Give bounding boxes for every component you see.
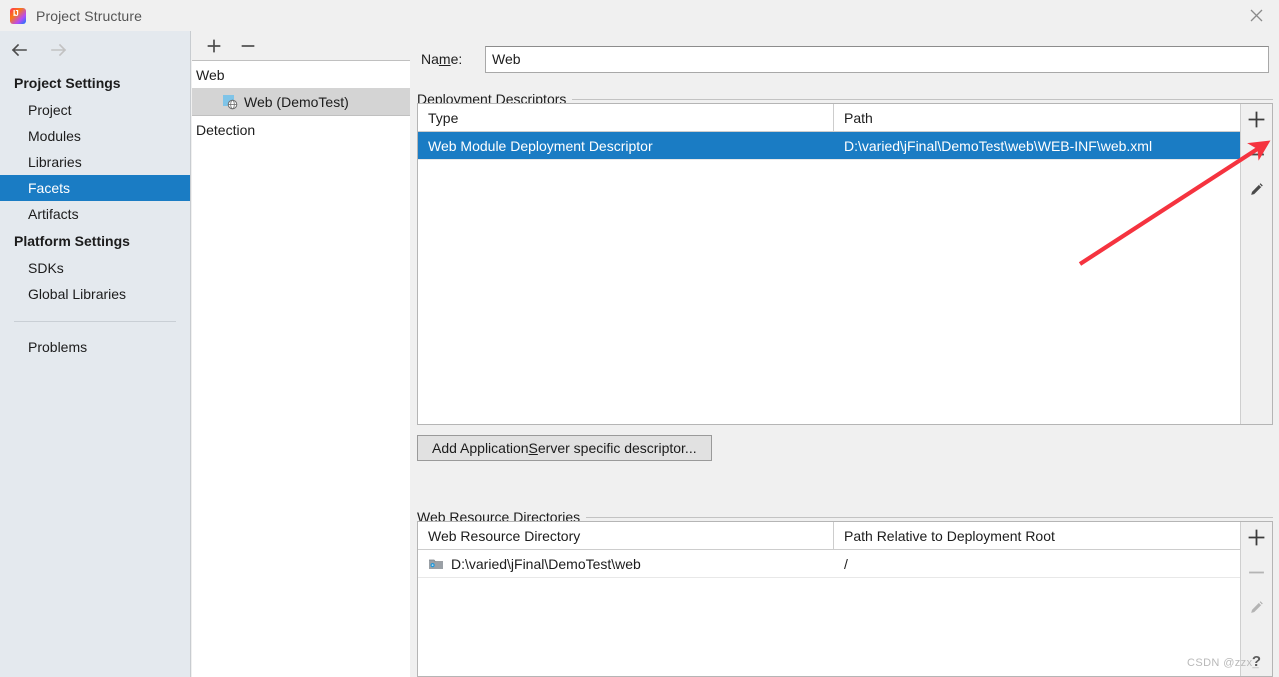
add-app-server-descriptor-button[interactable]: Add Application Server specific descript… (417, 435, 712, 461)
column-header-path-relative[interactable]: Path Relative to Deployment Root (834, 522, 1240, 549)
column-header-path[interactable]: Path (834, 104, 1240, 131)
column-header-type[interactable]: Type (418, 104, 834, 131)
close-icon[interactable] (1233, 0, 1279, 31)
name-input[interactable] (485, 45, 1269, 73)
facet-tree-group-detection[interactable]: Detection (192, 116, 410, 143)
sidebar-item-global-libraries[interactable]: Global Libraries (0, 281, 190, 307)
add-app-server-descriptor-label-after: erver specific descriptor... (537, 440, 697, 456)
web-resource-directories-table: Web Resource Directory Path Relative to … (417, 521, 1273, 677)
facet-tree-group-web[interactable]: Web (192, 61, 410, 88)
pencil-icon[interactable] (1247, 597, 1267, 617)
table-header-row: Type Path (418, 104, 1240, 132)
sidebar-divider (14, 321, 176, 322)
plus-icon[interactable] (1247, 109, 1267, 129)
table-row[interactable]: Web Module Deployment Descriptor D:\vari… (418, 132, 1240, 160)
section-divider-line (572, 98, 1273, 100)
column-header-web-resource-directory[interactable]: Web Resource Directory (418, 522, 834, 549)
cell-path: D:\varied\jFinal\DemoTest\web\WEB-INF\we… (844, 137, 1153, 154)
deployment-descriptors-toolbar (1240, 104, 1272, 424)
settings-sidebar: Project Settings Project Modules Librari… (0, 31, 191, 677)
sidebar-item-libraries[interactable]: Libraries (0, 149, 190, 175)
facet-toolbar (192, 31, 410, 60)
sidebar-group-project-settings: Project Settings (14, 75, 121, 91)
sidebar-group-platform-settings: Platform Settings (14, 233, 130, 249)
deployment-descriptors-table: Type Path Web Module Deployment Descript… (417, 103, 1273, 425)
table-empty-area (418, 578, 1240, 676)
minus-icon[interactable] (1247, 562, 1267, 582)
facet-tree-label: Web (196, 66, 225, 83)
table-header-row: Web Resource Directory Path Relative to … (418, 522, 1240, 550)
sidebar-item-artifacts[interactable]: Artifacts (0, 201, 190, 227)
table-empty-area (418, 160, 1240, 424)
section-divider-line (586, 516, 1273, 518)
navigation-arrows (0, 31, 190, 69)
name-label: Name: (421, 51, 463, 67)
pencil-icon[interactable] (1247, 179, 1267, 199)
facet-list-panel: Web Web (DemoTest) Detection (192, 31, 410, 677)
cell-type: Web Module Deployment Descriptor (428, 137, 653, 154)
minus-icon[interactable] (1247, 144, 1267, 164)
add-app-server-descriptor-label-before: Add Application (432, 440, 529, 456)
facet-tree-item-web-demotest[interactable]: Web (DemoTest) (192, 88, 410, 115)
name-row: Name: (421, 45, 1269, 73)
facet-detail-panel: Name: Deployment Descriptors Type Path W… (411, 31, 1279, 677)
sidebar-item-sdks[interactable]: SDKs (0, 255, 190, 281)
plus-icon[interactable] (1247, 527, 1267, 547)
window-title: Project Structure (36, 7, 142, 24)
cell-web-resource-directory: D:\varied\jFinal\DemoTest\web (418, 550, 834, 577)
facet-tree-label: Detection (196, 121, 256, 138)
sidebar-item-problems[interactable]: Problems (0, 334, 190, 360)
arrow-right-icon[interactable] (48, 40, 68, 60)
add-app-server-descriptor-mnemonic: S (528, 440, 538, 456)
cell-path-relative: / (844, 555, 848, 572)
plus-icon[interactable] (206, 38, 222, 54)
watermark-text: CSDN @zzx_ (1186, 657, 1259, 669)
table-row[interactable]: D:\varied\jFinal\DemoTest\web / (418, 550, 1240, 578)
folder-icon (428, 556, 444, 572)
arrow-left-icon[interactable] (10, 40, 30, 60)
intellij-idea-logo-icon (10, 7, 26, 24)
web-resource-directories-toolbar: ? (1240, 522, 1272, 676)
minus-icon[interactable] (240, 38, 256, 54)
web-facet-icon (222, 94, 238, 110)
sidebar-item-modules[interactable]: Modules (0, 123, 190, 149)
sidebar-item-facets[interactable]: Facets (0, 175, 190, 201)
facet-tree-label: Web (DemoTest) (244, 93, 349, 110)
project-structure-dialog: Project Structure Project Settings Proje… (0, 0, 1279, 677)
title-bar: Project Structure (0, 0, 1279, 31)
sidebar-item-project[interactable]: Project (0, 97, 190, 123)
cell-web-resource-directory-text: D:\varied\jFinal\DemoTest\web (451, 555, 641, 572)
